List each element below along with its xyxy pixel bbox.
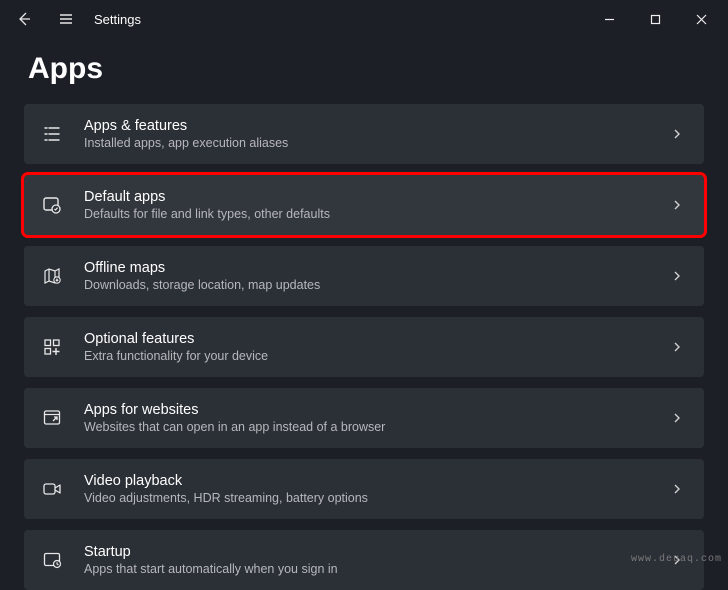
arrow-left-icon [16,11,32,27]
titlebar: Settings [0,0,728,38]
item-offline-maps[interactable]: Offline maps Downloads, storage location… [24,246,704,306]
titlebar-left: Settings [4,0,141,38]
item-title: Offline maps [84,260,668,276]
page-title: Apps [0,38,728,104]
item-text: Apps & features Installed apps, app exec… [84,118,668,150]
item-text: Default apps Defaults for file and link … [84,189,668,221]
close-button[interactable] [678,3,724,35]
window-controls [586,3,724,35]
watermark: www.deuaq.com [631,554,722,565]
window-title: Settings [94,12,141,27]
maximize-icon [650,14,661,25]
chevron-right-icon [668,196,686,214]
list-icon [38,120,66,148]
item-optional-features[interactable]: Optional features Extra functionality fo… [24,317,704,377]
maximize-button[interactable] [632,3,678,35]
item-apps-for-websites[interactable]: Apps for websites Websites that can open… [24,388,704,448]
item-subtitle: Downloads, storage location, map updates [84,278,668,292]
startup-icon [38,546,66,574]
back-button[interactable] [4,0,44,38]
item-title: Video playback [84,473,668,489]
video-icon [38,475,66,503]
item-title: Startup [84,544,668,560]
item-subtitle: Extra functionality for your device [84,349,668,363]
item-default-apps[interactable]: Default apps Defaults for file and link … [24,175,704,235]
item-subtitle: Apps that start automatically when you s… [84,562,668,576]
item-title: Default apps [84,189,668,205]
chevron-right-icon [668,338,686,356]
item-text: Apps for websites Websites that can open… [84,402,668,434]
menu-button[interactable] [46,0,86,38]
minimize-button[interactable] [586,3,632,35]
window-link-icon [38,404,66,432]
item-text: Startup Apps that start automatically wh… [84,544,668,576]
item-subtitle: Installed apps, app execution aliases [84,136,668,150]
item-title: Apps & features [84,118,668,134]
item-subtitle: Defaults for file and link types, other … [84,207,668,221]
settings-list: Apps & features Installed apps, app exec… [0,104,728,590]
item-text: Video playback Video adjustments, HDR st… [84,473,668,505]
item-subtitle: Websites that can open in an app instead… [84,420,668,434]
map-icon [38,262,66,290]
item-title: Apps for websites [84,402,668,418]
hamburger-icon [58,11,74,27]
chevron-right-icon [668,125,686,143]
item-text: Optional features Extra functionality fo… [84,331,668,363]
item-startup[interactable]: Startup Apps that start automatically wh… [24,530,704,590]
item-title: Optional features [84,331,668,347]
close-icon [696,14,707,25]
item-subtitle: Video adjustments, HDR streaming, batter… [84,491,668,505]
item-text: Offline maps Downloads, storage location… [84,260,668,292]
chevron-right-icon [668,480,686,498]
grid-plus-icon [38,333,66,361]
default-apps-icon [38,191,66,219]
minimize-icon [604,14,615,25]
item-apps-and-features[interactable]: Apps & features Installed apps, app exec… [24,104,704,164]
chevron-right-icon [668,409,686,427]
item-video-playback[interactable]: Video playback Video adjustments, HDR st… [24,459,704,519]
chevron-right-icon [668,267,686,285]
